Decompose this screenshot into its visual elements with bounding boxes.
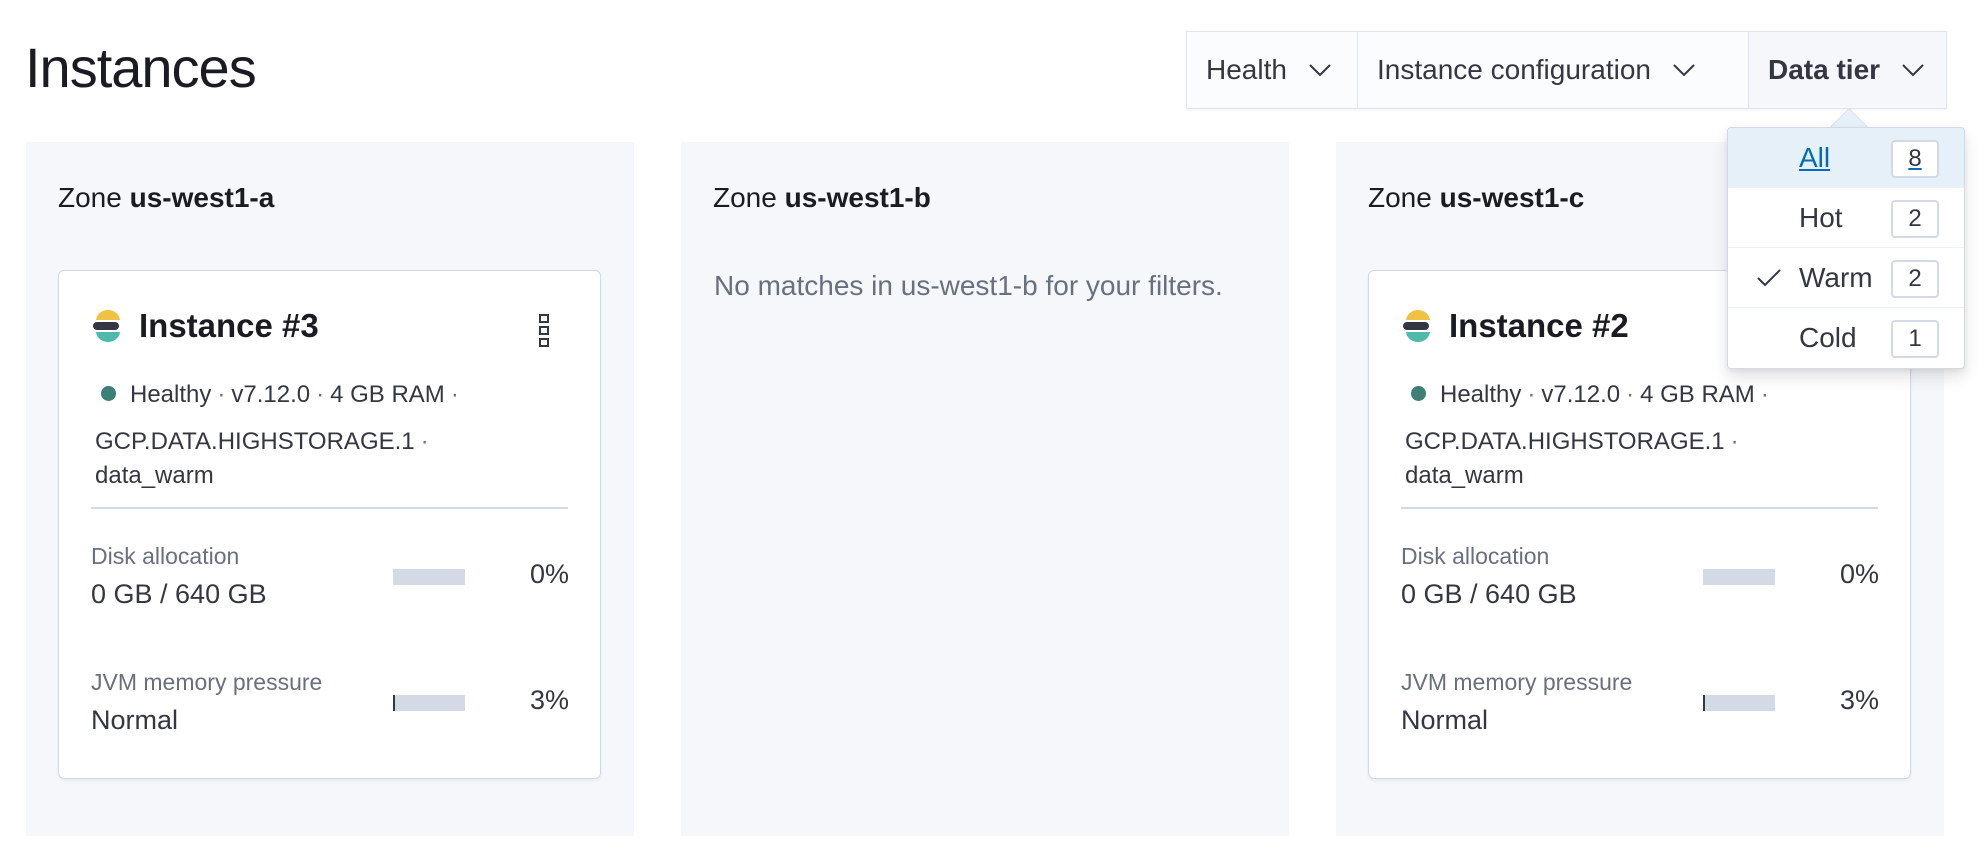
instance-configuration-filter-button[interactable]: Instance configuration	[1358, 32, 1749, 108]
zone-prefix: Zone	[713, 182, 777, 213]
check-icon	[1757, 269, 1781, 287]
filter-group: Health Instance configuration Data tier	[1186, 31, 1947, 109]
disk-allocation-metric: Disk allocation 0 GB / 640 GB 0%	[91, 543, 569, 613]
metric-percent: 0%	[1839, 559, 1879, 589]
metric-label: Disk allocation	[91, 543, 240, 569]
data-tier-popover: All 8 Hot 2 Warm 2 Cold 1	[1727, 127, 1965, 369]
chevron-down-icon	[1309, 64, 1331, 77]
metric-value: Normal	[91, 705, 179, 735]
chevron-down-icon	[1673, 64, 1695, 77]
metric-percent: 3%	[529, 685, 569, 715]
version: v7.12.0	[231, 381, 311, 408]
separator: ·	[1527, 381, 1536, 408]
metric-percent: 0%	[529, 559, 569, 589]
instance-configuration: GCP.DATA.HIGHSTORAGE.1	[95, 428, 415, 455]
data-tier: data_warm	[1405, 462, 1524, 489]
data-tier-option-cold[interactable]: Cold 1	[1728, 308, 1964, 368]
option-count-badge: 8	[1891, 140, 1939, 178]
zone-panel: Zone us-west1-b No matches in us-west1-b…	[681, 142, 1289, 836]
zone-name: us-west1-b	[784, 182, 931, 213]
metric-label: JVM memory pressure	[1401, 669, 1633, 695]
data-tier-filter-label: Data tier	[1768, 54, 1881, 85]
health-status-dot	[101, 386, 116, 402]
health-status-dot	[1411, 386, 1426, 402]
elasticsearch-logo-icon	[93, 310, 120, 342]
instance-configuration-filter-label: Instance configuration	[1377, 54, 1651, 85]
health-filter-button[interactable]: Health	[1187, 32, 1358, 108]
option-label: Warm	[1799, 262, 1873, 293]
option-label: Hot	[1799, 202, 1843, 233]
jvm-memory-metric: JVM memory pressure Normal 3%	[1401, 669, 1879, 739]
option-count-badge: 2	[1891, 260, 1939, 298]
option-label: All	[1799, 142, 1831, 173]
instance-title: Instance #2	[1449, 307, 1629, 344]
ram: 4 GB RAM	[330, 381, 445, 408]
health-filter-label: Health	[1206, 54, 1287, 85]
data-tier: data_warm	[95, 462, 214, 489]
separator: ·	[1730, 428, 1739, 455]
zone-name: us-west1-c	[1439, 182, 1585, 213]
data-tier-option-hot[interactable]: Hot 2	[1728, 188, 1964, 248]
data-tier-option-warm[interactable]: Warm 2	[1728, 248, 1964, 308]
jvm-memory-metric: JVM memory pressure Normal 3%	[91, 669, 569, 739]
data-tier-option-all[interactable]: All 8	[1728, 128, 1964, 188]
instance-configuration: GCP.DATA.HIGHSTORAGE.1	[1405, 428, 1725, 455]
instance-header: Instance #2	[1403, 307, 1629, 345]
metric-value: 0 GB / 640 GB	[91, 579, 267, 609]
zone-name: us-west1-a	[129, 182, 275, 213]
metric-percent: 3%	[1839, 685, 1879, 715]
progress-fill	[1703, 695, 1706, 711]
ram: 4 GB RAM	[1640, 381, 1755, 408]
progress-bar	[1703, 569, 1775, 585]
option-count-badge: 1	[1891, 320, 1939, 358]
separator: ·	[420, 428, 429, 455]
option-count-badge: 2	[1891, 200, 1939, 238]
separator: ·	[450, 381, 459, 408]
instance-card: Instance #3 Healthy · v7.12.0 · 4 GB RAM · GC…	[58, 270, 601, 779]
instance-header: Instance #3	[93, 307, 319, 345]
zone-title: Zone us-west1-c	[1368, 182, 1584, 214]
health-status: Healthy	[130, 381, 212, 408]
popover-arrow	[1829, 108, 1869, 128]
version: v7.12.0	[1541, 381, 1621, 408]
kebab-menu-icon[interactable]	[538, 313, 550, 347]
metric-value: 0 GB / 640 GB	[1401, 579, 1577, 609]
separator: ·	[316, 381, 325, 408]
option-label: Cold	[1799, 322, 1857, 353]
health-status: Healthy	[1440, 381, 1522, 408]
progress-bar	[393, 695, 465, 711]
instance-meta: Healthy · v7.12.0 · 4 GB RAM · GCP.DATA.HIGHS…	[1405, 371, 1875, 493]
empty-message: No matches in us-west1-b for your filter…	[714, 270, 1223, 301]
progress-bar	[1703, 695, 1775, 711]
zone-prefix: Zone	[1368, 182, 1432, 213]
data-tier-filter-button[interactable]: Data tier	[1749, 32, 1946, 108]
separator: ·	[1626, 381, 1635, 408]
progress-fill	[393, 695, 396, 711]
zone-prefix: Zone	[58, 182, 122, 213]
separator: ·	[217, 381, 226, 408]
divider	[91, 507, 568, 509]
metric-label: JVM memory pressure	[91, 669, 323, 695]
chevron-down-icon	[1902, 64, 1924, 77]
progress-bar	[393, 569, 465, 585]
zone-title: Zone us-west1-b	[713, 182, 931, 214]
instance-title: Instance #3	[139, 307, 319, 344]
page-title: Instances	[25, 36, 257, 99]
divider	[1401, 507, 1878, 509]
instance-meta: Healthy · v7.12.0 · 4 GB RAM · GCP.DATA.HIGHS…	[95, 371, 565, 493]
zone-panel: Zone us-west1-a Instance #3 Healthy · v7.1…	[26, 142, 634, 836]
separator: ·	[1760, 381, 1769, 408]
metric-label: Disk allocation	[1401, 543, 1550, 569]
elasticsearch-logo-icon	[1403, 310, 1430, 342]
zone-title: Zone us-west1-a	[58, 182, 274, 214]
disk-allocation-metric: Disk allocation 0 GB / 640 GB 0%	[1401, 543, 1879, 613]
metric-value: Normal	[1401, 705, 1489, 735]
